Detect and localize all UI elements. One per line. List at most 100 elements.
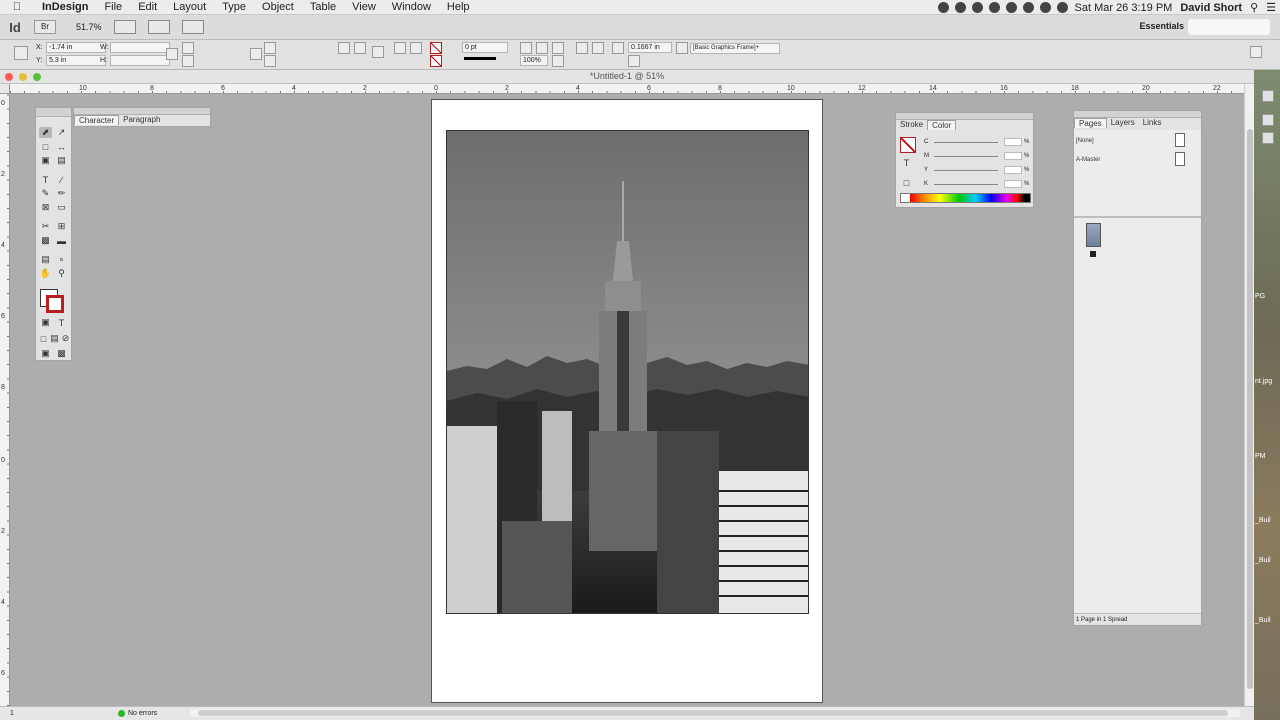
magenta-input[interactable] xyxy=(1004,152,1022,160)
pen-tool-icon[interactable]: ✎ xyxy=(39,188,52,199)
bridge-button[interactable]: Br xyxy=(34,20,56,34)
placed-image-frame[interactable] xyxy=(446,130,809,614)
page-number-field[interactable]: 1 xyxy=(10,710,70,717)
color-spectrum-ramp[interactable] xyxy=(900,193,1031,203)
gap-tool-icon[interactable]: ↔ xyxy=(55,141,68,152)
page-1-thumbnail[interactable] xyxy=(1086,223,1101,247)
notification-icon[interactable]: ☰ xyxy=(1262,1,1280,14)
yellow-slider[interactable] xyxy=(934,169,998,171)
yellow-input[interactable] xyxy=(1004,166,1022,174)
fit-content-icon[interactable] xyxy=(536,42,548,54)
apply-none-icon[interactable]: ⊘ xyxy=(59,333,72,344)
stroke-swatch-icon[interactable] xyxy=(46,295,64,313)
normal-mode-icon[interactable]: ▣ xyxy=(39,348,52,359)
apple-icon[interactable]:  xyxy=(0,1,34,13)
zoom-level-select[interactable]: 51.7% xyxy=(76,22,102,32)
content-collector-icon[interactable]: ▣ xyxy=(39,155,52,166)
paragraph-styles-icon[interactable] xyxy=(1262,132,1274,144)
pencil-tool-icon[interactable]: ✏ xyxy=(55,188,68,199)
spotlight-icon[interactable]: ⚲ xyxy=(1246,1,1262,14)
view-options-icon[interactable] xyxy=(113,20,136,34)
desktop-file-label[interactable]: _Buil xyxy=(1255,557,1271,564)
tab-paragraph[interactable]: Paragraph xyxy=(119,115,164,125)
opacity-input[interactable]: 100% xyxy=(520,55,548,66)
corner-options-icon[interactable] xyxy=(612,42,624,54)
record-icon[interactable] xyxy=(937,2,949,13)
tools-panel-header[interactable] xyxy=(36,108,71,117)
formatting-container-icon[interactable]: ▣ xyxy=(39,317,52,328)
eyedropper-tool-icon[interactable]: ∘ xyxy=(55,254,68,265)
search-input[interactable] xyxy=(1188,19,1270,35)
reference-point-icon[interactable] xyxy=(14,46,28,60)
desktop-file-label[interactable]: _Buil xyxy=(1255,617,1271,624)
master-none-thumbnail[interactable] xyxy=(1175,133,1185,147)
workspace-switcher[interactable]: Essentials xyxy=(1139,21,1184,31)
gradient-feather-tool-icon[interactable]: ▬ xyxy=(55,235,68,246)
free-transform-tool-icon[interactable]: ⊞ xyxy=(55,221,68,232)
wrap-bounding-icon[interactable] xyxy=(592,42,604,54)
shear-angle-icon[interactable] xyxy=(264,55,276,67)
wrap-none-icon[interactable] xyxy=(576,42,588,54)
tab-pages[interactable]: Pages xyxy=(1074,118,1107,128)
vertical-scrollbar[interactable] xyxy=(1244,84,1254,706)
desktop-file-label[interactable]: nt.jpg xyxy=(1255,378,1272,385)
menubar-datetime[interactable]: Sat Mar 26 3:19 PM xyxy=(1071,2,1177,14)
horizontal-scrollbar[interactable] xyxy=(190,709,1240,717)
time-machine-icon[interactable] xyxy=(1005,2,1017,13)
black-slider[interactable] xyxy=(934,183,998,185)
content-placer-icon[interactable]: ▤ xyxy=(55,155,68,166)
type-tool-icon[interactable]: T xyxy=(39,174,52,185)
ruler-origin[interactable] xyxy=(0,84,10,94)
formatting-text-icon[interactable]: T xyxy=(900,157,913,168)
pages-panel-header[interactable] xyxy=(1074,111,1201,118)
volume-icon[interactable] xyxy=(1022,2,1034,13)
fitting-icon[interactable] xyxy=(520,42,532,54)
master-a-thumbnail[interactable] xyxy=(1175,152,1185,166)
vertical-ruler[interactable] xyxy=(0,94,10,706)
preflight-status-text[interactable]: No errors xyxy=(128,710,157,717)
menu-view[interactable]: View xyxy=(344,1,384,13)
none-color-icon[interactable]: □ xyxy=(900,177,913,188)
w-input[interactable] xyxy=(110,42,170,53)
color-stroke-swatch-icon[interactable] xyxy=(900,137,916,153)
menubar-user[interactable]: David Short xyxy=(1176,2,1246,14)
black-input[interactable] xyxy=(1004,180,1022,188)
properties-icon[interactable] xyxy=(1262,90,1274,102)
color-panel-header[interactable] xyxy=(896,113,1033,120)
rotate-ccw-icon[interactable] xyxy=(354,42,366,54)
tab-links[interactable]: Links xyxy=(1139,118,1166,128)
rotate-angle-icon[interactable] xyxy=(264,42,276,54)
menu-table[interactable]: Table xyxy=(302,1,344,13)
rectangle-frame-tool-icon[interactable]: ⊠ xyxy=(39,202,52,213)
tab-layers[interactable]: Layers xyxy=(1107,118,1139,128)
scale-y-icon[interactable] xyxy=(182,55,194,67)
status-icon[interactable] xyxy=(971,2,983,13)
arrange-documents-icon[interactable] xyxy=(181,20,204,34)
cyan-input[interactable] xyxy=(1004,138,1022,146)
pages-divider[interactable] xyxy=(1074,216,1201,218)
constrain-proportions-icon[interactable] xyxy=(166,48,178,60)
corner-size-input[interactable]: 0.1667 in xyxy=(628,42,672,53)
screen-mode-icon[interactable] xyxy=(147,20,170,34)
menu-help[interactable]: Help xyxy=(439,1,478,13)
tab-character[interactable]: Character xyxy=(74,115,120,125)
menu-file[interactable]: File xyxy=(96,1,130,13)
rectangle-tool-icon[interactable]: ▭ xyxy=(55,202,68,213)
flag-icon[interactable] xyxy=(1056,2,1068,13)
corner-shape-icon[interactable] xyxy=(628,55,640,67)
menu-edit[interactable]: Edit xyxy=(130,1,165,13)
flip-vertical-icon[interactable] xyxy=(410,42,422,54)
tab-stroke[interactable]: Stroke xyxy=(896,120,927,130)
desktop-file-label[interactable]: _Buil xyxy=(1255,517,1271,524)
x-input[interactable]: -1.74 in xyxy=(46,42,106,53)
character-panel-header[interactable] xyxy=(74,108,210,115)
magenta-slider[interactable] xyxy=(934,155,998,157)
wifi-icon[interactable] xyxy=(1039,2,1051,13)
battery-icon[interactable] xyxy=(988,2,1000,13)
cyan-slider[interactable] xyxy=(934,141,998,143)
selection-tool-icon[interactable]: ⬈ xyxy=(39,127,52,138)
scissors-tool-icon[interactable]: ✂ xyxy=(39,221,52,232)
gradient-swatch-tool-icon[interactable]: ▩ xyxy=(39,235,52,246)
preview-mode-icon[interactable]: ▩ xyxy=(55,348,68,359)
menu-layout[interactable]: Layout xyxy=(165,1,214,13)
